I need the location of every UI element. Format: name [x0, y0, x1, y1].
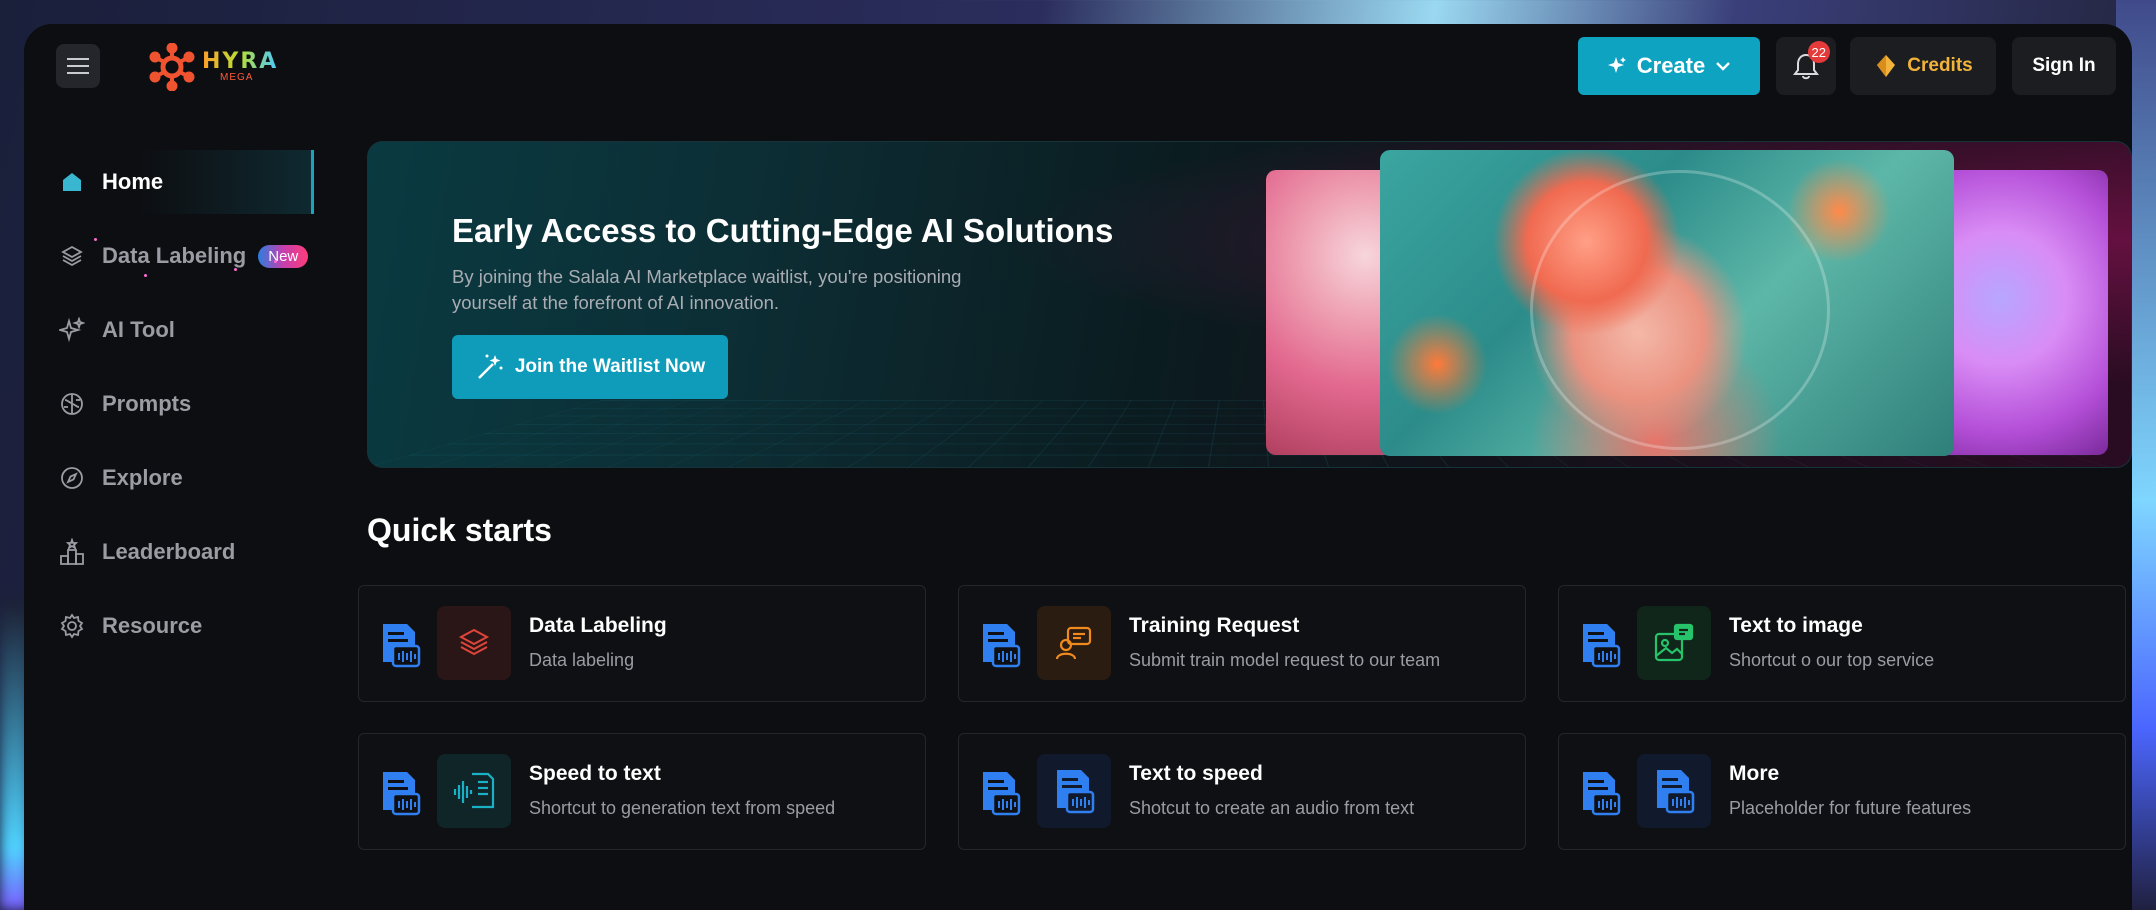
compass-icon: [58, 464, 86, 492]
app-window: HYRA MEGA Create 22 Credits Sign In Home…: [24, 24, 2132, 910]
waveform-doc-icon: [437, 754, 511, 828]
sidebar-item-label: Prompts: [102, 391, 192, 416]
sidebar-item-leaderboard[interactable]: Leaderboard: [24, 520, 314, 584]
create-label: Create: [1636, 53, 1706, 78]
sidebar-item-label: Explore: [102, 465, 183, 490]
logo-text: HYRA: [202, 49, 279, 74]
sidebar-item-data-labeling[interactable]: Data Labeling New: [24, 224, 314, 288]
credits-button[interactable]: Credits: [1850, 37, 1996, 95]
chevron-down-icon: [1716, 62, 1731, 71]
quick-start-card-more[interactable]: More Placeholder for future features: [1558, 733, 2126, 850]
create-button[interactable]: Create: [1578, 37, 1760, 95]
sign-in-label: Sign In: [2032, 55, 2096, 76]
card-description: Shortcut o our top service: [1729, 650, 1935, 670]
audio-doc-icon: [1583, 772, 1621, 816]
sidebar-item-label: AI Tool: [102, 317, 175, 342]
card-title: More: [1729, 762, 1780, 785]
sparkle-dot: [274, 260, 277, 263]
logo-icon: [149, 43, 195, 91]
promo-banner: Early Access to Cutting-Edge AI Solution…: [367, 141, 2132, 468]
credits-label: Credits: [1907, 55, 1973, 76]
new-badge: New: [258, 244, 309, 268]
quick-start-card-training-request[interactable]: Training Request Submit train model requ…: [958, 585, 1526, 702]
audio-doc-icon: [983, 772, 1021, 816]
sidebar-item-home[interactable]: Home: [24, 150, 314, 214]
join-waitlist-label: Join the Waitlist Now: [514, 356, 706, 377]
sparkle-dot: [234, 268, 237, 271]
audio-doc-icon: [383, 772, 421, 816]
top-bar: HYRA MEGA Create 22 Credits Sign In: [24, 24, 2132, 134]
banner-image-main: [1380, 150, 1954, 456]
card-description: Shotcut to create an audio from text: [1129, 798, 1415, 818]
podium-icon: [58, 538, 86, 566]
quick-start-card-text-to-speed[interactable]: Text to speed Shotcut to create an audio…: [958, 733, 1526, 850]
card-description: Shortcut to generation text from speed: [529, 798, 836, 818]
sparkle-dot: [144, 274, 147, 277]
card-description: Placeholder for future features: [1729, 798, 1972, 818]
sidebar-item-explore[interactable]: Explore: [24, 446, 314, 510]
card-title: Training Request: [1129, 614, 1300, 637]
card-title: Text to speed: [1129, 762, 1263, 785]
card-description: Submit train model request to our team: [1129, 650, 1441, 670]
sidebar-item-resource[interactable]: Resource: [24, 594, 314, 658]
card-title: Data Labeling: [529, 614, 667, 637]
sidebar-item-label: Home: [102, 169, 164, 194]
notification-badge: 22: [1807, 41, 1830, 63]
banner-description: By joining the Salala AI Marketplace wai…: [452, 266, 962, 313]
image-icon: [1637, 606, 1711, 680]
sparkle-dot: [94, 238, 97, 241]
card-description: Data labeling: [529, 650, 635, 670]
sidebar-item-label: Leaderboard: [102, 539, 236, 564]
card-title: Speed to text: [529, 762, 661, 785]
notifications-button[interactable]: 22: [1776, 37, 1836, 95]
logo-subtext: MEGA: [220, 72, 254, 83]
chat-user-icon: [1037, 606, 1111, 680]
sidebar: Home Data Labeling New AI Tool Prompts E…: [24, 150, 314, 668]
audio-doc-icon: [983, 624, 1021, 668]
sidebar-item-label: Resource: [102, 613, 203, 638]
stack-icon: [437, 606, 511, 680]
audio-doc-icon: [1037, 754, 1111, 828]
sidebar-item-prompts[interactable]: Prompts: [24, 372, 314, 436]
diamond-icon: [1877, 55, 1896, 77]
sidebar-item-label: Data Labeling: [102, 243, 247, 268]
sidebar-item-ai-tool[interactable]: AI Tool: [24, 298, 314, 362]
logo[interactable]: HYRA MEGA: [148, 42, 288, 92]
home-icon: [58, 168, 86, 196]
layers-icon: [58, 242, 86, 270]
sign-in-button[interactable]: Sign In: [2012, 37, 2116, 95]
quick-start-card-data-labeling[interactable]: Data Labeling Data labeling: [358, 585, 926, 702]
quick-start-card-speed-to-text[interactable]: Speed to text Shortcut to generation tex…: [358, 733, 926, 850]
gear-icon: [58, 612, 86, 640]
brain-icon: [58, 390, 86, 418]
hamburger-icon: [67, 58, 89, 74]
menu-button[interactable]: [56, 44, 100, 88]
sparkles-icon: [58, 316, 86, 344]
audio-doc-icon: [1637, 754, 1711, 828]
sparkle-icon: [1607, 57, 1626, 73]
banner-image-right: [1928, 170, 2108, 455]
join-waitlist-button[interactable]: Join the Waitlist Now: [452, 335, 728, 399]
helmet-visor-decoration: [1530, 170, 1830, 450]
magic-wand-icon: [477, 354, 503, 379]
quick-start-card-text-to-image[interactable]: Text to image Shortcut o our top service: [1558, 585, 2126, 702]
banner-title: Early Access to Cutting-Edge AI Solution…: [452, 212, 1114, 249]
audio-doc-icon: [1583, 624, 1621, 668]
audio-doc-icon: [383, 624, 421, 668]
quick-starts-title: Quick starts: [367, 512, 552, 548]
card-title: Text to image: [1729, 614, 1863, 637]
